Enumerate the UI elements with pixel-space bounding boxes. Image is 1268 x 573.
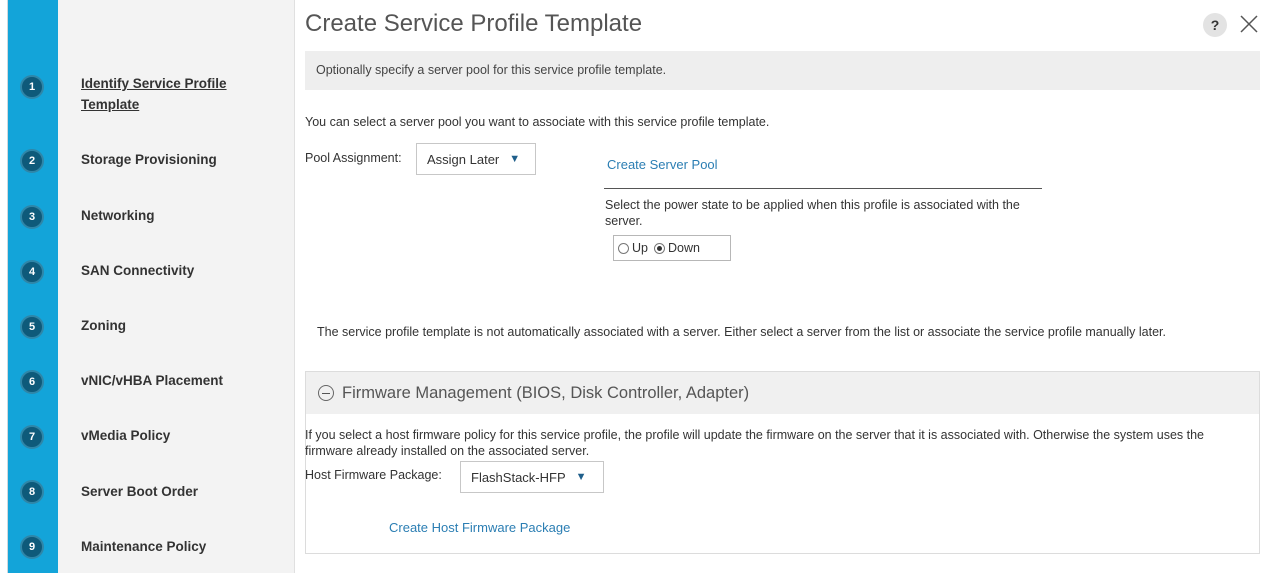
help-button[interactable]: ? [1203,13,1227,37]
pool-assignment-label: Pool Assignment: [305,151,402,165]
step-server-boot-order[interactable]: Server Boot Order [81,481,198,502]
collapse-icon[interactable] [318,385,334,401]
firmware-description: If you select a host firmware policy for… [305,428,1204,458]
create-server-pool-link[interactable]: Create Server Pool [607,157,718,172]
step-number-6[interactable]: 6 [20,370,44,394]
power-down-option[interactable]: Down [653,241,700,255]
step-vmedia-policy[interactable]: vMedia Policy [81,425,170,446]
step-storage-provisioning[interactable]: Storage Provisioning [81,149,217,170]
step-networking[interactable]: Networking [81,205,155,226]
step-identify-service-profile-template[interactable]: Identify Service Profile Template [81,73,261,115]
step-number-2[interactable]: 2 [20,149,44,173]
pool-assignment-select[interactable]: Assign Later ▼ [416,143,536,175]
association-note: The service profile template is not auto… [317,325,1166,339]
power-up-option[interactable]: Up [618,241,648,255]
step-number-5[interactable]: 5 [20,315,44,339]
step-maintenance-policy[interactable]: Maintenance Policy [81,536,206,557]
dialog-title: Create Service Profile Template [305,10,643,37]
step-number-9[interactable]: 9 [20,535,44,559]
dropdown-caret-icon: ▼ [575,471,587,483]
host-firmware-package-select[interactable]: FlashStack-HFP ▼ [460,461,604,493]
step-number-7[interactable]: 7 [20,425,44,449]
pool-intro-text: You can select a server pool you want to… [305,115,770,129]
pool-assignment-value: Assign Later [427,151,500,167]
step-number-1[interactable]: 1 [20,75,44,99]
power-up-label: Up [632,241,648,255]
step-number-8[interactable]: 8 [20,480,44,504]
info-banner: Optionally specify a server pool for thi… [305,51,1260,90]
wizard-window: 1 2 3 4 5 6 7 8 9 Identify Service Profi… [0,0,1268,573]
host-firmware-package-value: FlashStack-HFP [471,469,566,485]
create-host-firmware-package-link[interactable]: Create Host Firmware Package [389,520,570,535]
sidebar-divider [294,0,295,573]
radio-selected-icon [653,242,665,254]
step-number-3[interactable]: 3 [20,205,44,229]
window-left-edge [0,0,8,573]
host-firmware-package-label: Host Firmware Package: [305,468,442,482]
separator-line [604,188,1042,189]
step-number-4[interactable]: 4 [20,260,44,284]
power-down-label: Down [667,241,700,255]
close-icon [1240,15,1258,33]
step-vnic-vhba-placement[interactable]: vNIC/vHBA Placement [81,370,223,391]
firmware-panel-header[interactable]: Firmware Management (BIOS, Disk Controll… [306,372,1259,414]
power-state-radio-group: Up Down [613,235,731,261]
dropdown-caret-icon: ▼ [509,153,521,165]
radio-unselected-icon [618,242,629,254]
close-button[interactable] [1237,12,1261,36]
power-state-text: Select the power state to be applied whe… [605,198,1020,228]
step-zoning[interactable]: Zoning [81,315,126,336]
step-san-connectivity[interactable]: SAN Connectivity [81,260,194,281]
firmware-panel-title: Firmware Management (BIOS, Disk Controll… [342,383,750,402]
